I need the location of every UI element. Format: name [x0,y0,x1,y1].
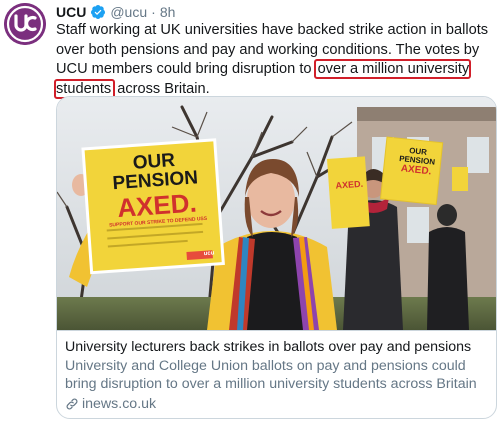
tweet-timestamp[interactable]: 8h [160,4,176,20]
card-image[interactable]: OUR PENSION AXED. SUPPORT OUR STRIKE TO … [57,97,496,330]
card-description: University and College Union ballots on … [65,358,477,392]
link-preview-card[interactable]: OUR PENSION AXED. SUPPORT OUR STRIKE TO … [56,96,497,419]
card-body[interactable]: University lecturers back strikes in bal… [57,330,496,418]
tweet-text: Staff working at UK universities have ba… [53,21,496,99]
verified-badge-icon [90,4,106,20]
tweet[interactable]: UCU @ucu · 8h Staff working at UK univer… [0,0,500,423]
author-handle[interactable]: @ucu [110,4,147,20]
tweet-header: UCU @ucu · 8h [56,2,175,22]
card-domain-text: inews.co.uk [82,396,157,412]
card-title[interactable]: University lecturers back strikes in bal… [65,338,490,356]
right-placard: OUR PENSION AXED. [388,141,447,180]
separator-dot: · [151,4,156,20]
main-placard: OUR PENSION AXED. SUPPORT OUR STRIKE TO … [87,142,227,266]
ucu-logo-icon [4,3,46,45]
author-name[interactable]: UCU [56,4,86,20]
card-domain[interactable]: inews.co.uk [65,395,490,413]
tweet-text-end: across Britain. [113,80,210,97]
avatar[interactable] [4,3,46,45]
link-icon [65,397,79,411]
